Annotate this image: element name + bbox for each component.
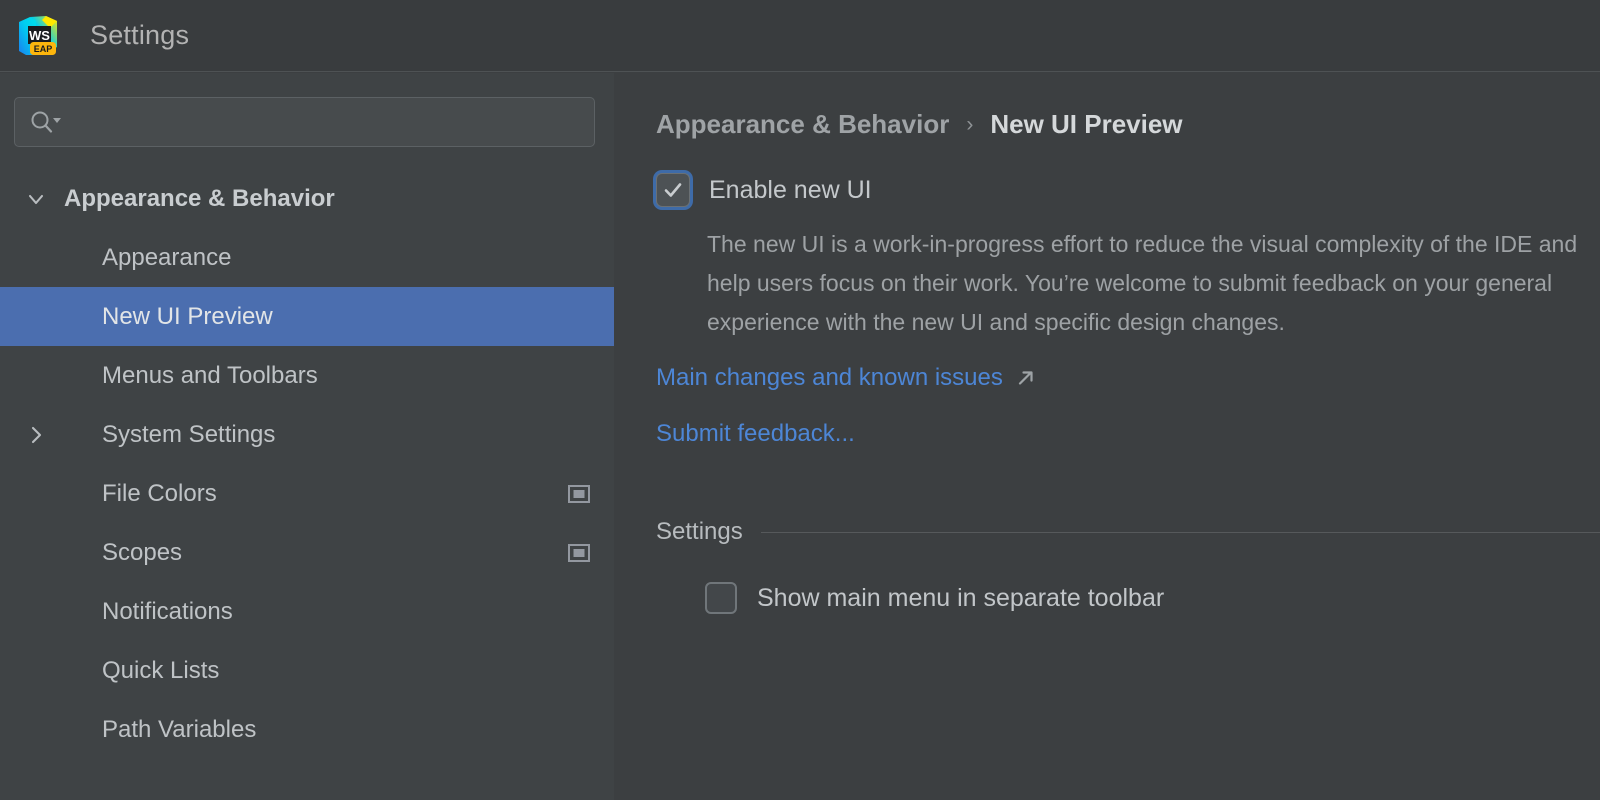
sidebar-item-path-variables[interactable]: Path Variables xyxy=(0,700,614,759)
sidebar-item-label: System Settings xyxy=(102,421,275,449)
sidebar-item-new-ui-preview[interactable]: New UI Preview xyxy=(0,287,614,346)
sidebar-item-menus-and-toolbars[interactable]: Menus and Toolbars xyxy=(0,346,614,405)
external-link-icon xyxy=(1016,368,1036,388)
webstorm-eap-logo: WS EAP xyxy=(16,14,60,58)
sidebar-item-label: New UI Preview xyxy=(102,303,273,331)
window-title: Settings xyxy=(90,20,189,51)
sidebar-item-quick-lists[interactable]: Quick Lists xyxy=(0,641,614,700)
show-main-menu-checkbox[interactable] xyxy=(705,582,737,614)
sidebar-item-label: Scopes xyxy=(102,539,182,567)
submit-feedback-link-row[interactable]: Submit feedback... xyxy=(656,420,1600,448)
settings-sidebar: Appearance & Behavior Appearance New UI Pr… xyxy=(0,73,614,800)
breadcrumb-current: New UI Preview xyxy=(990,109,1182,140)
breadcrumb: Appearance & Behavior › New UI Preview xyxy=(656,109,1600,140)
settings-group-title: Settings xyxy=(656,518,761,546)
search-field[interactable] xyxy=(14,97,595,147)
checkmark-icon xyxy=(662,179,684,201)
new-ui-description: The new UI is a work-in-progress effort … xyxy=(707,225,1587,342)
sidebar-item-appearance[interactable]: Appearance xyxy=(0,228,614,287)
sidebar-item-scopes[interactable]: Scopes xyxy=(0,523,614,582)
search-icon xyxy=(29,109,63,135)
sidebar-item-label: File Colors xyxy=(102,480,217,508)
breadcrumb-separator-icon: › xyxy=(966,113,973,137)
show-main-menu-label: Show main menu in separate toolbar xyxy=(757,584,1164,613)
main-changes-and-known-issues-link[interactable]: Main changes and known issues xyxy=(656,364,1003,392)
show-main-menu-row[interactable]: Show main menu in separate toolbar xyxy=(705,582,1600,614)
sidebar-item-label: Quick Lists xyxy=(102,657,219,685)
chevron-right-icon[interactable] xyxy=(24,423,48,447)
sidebar-item-label: Path Variables xyxy=(102,716,256,744)
window-titlebar: WS EAP Settings xyxy=(0,0,1600,72)
project-scope-icon xyxy=(568,542,590,564)
settings-tree: Appearance & Behavior Appearance New UI Pr… xyxy=(0,169,614,759)
sidebar-item-label: Notifications xyxy=(102,598,233,626)
enable-new-ui-label: Enable new UI xyxy=(709,176,872,205)
settings-main-panel: Appearance & Behavior › New UI Preview E… xyxy=(615,73,1600,800)
breadcrumb-parent[interactable]: Appearance & Behavior xyxy=(656,109,949,140)
sidebar-item-appearance-behavior[interactable]: Appearance & Behavior xyxy=(0,169,614,228)
chevron-down-icon xyxy=(53,118,61,123)
enable-new-ui-checkbox[interactable] xyxy=(656,173,690,207)
svg-text:WS: WS xyxy=(29,28,50,43)
chevron-down-icon[interactable] xyxy=(24,187,48,211)
search-input[interactable] xyxy=(63,98,594,146)
main-changes-link-row[interactable]: Main changes and known issues xyxy=(656,364,1600,392)
project-scope-icon xyxy=(568,483,590,505)
svg-text:EAP: EAP xyxy=(34,44,53,54)
settings-group-separator: Settings xyxy=(656,518,1600,546)
sidebar-item-notifications[interactable]: Notifications xyxy=(0,582,614,641)
separator-line xyxy=(761,532,1600,533)
sidebar-item-system-settings[interactable]: System Settings xyxy=(0,405,614,464)
sidebar-item-label: Appearance & Behavior xyxy=(64,185,335,213)
sidebar-item-file-colors[interactable]: File Colors xyxy=(0,464,614,523)
enable-new-ui-row[interactable]: Enable new UI xyxy=(656,173,1600,207)
sidebar-item-label: Menus and Toolbars xyxy=(102,362,318,390)
settings-window: WS EAP Settings Appearance & BehaviorApp… xyxy=(0,0,1600,800)
submit-feedback-link[interactable]: Submit feedback... xyxy=(656,420,855,448)
sidebar-item-label: Appearance xyxy=(102,244,231,272)
